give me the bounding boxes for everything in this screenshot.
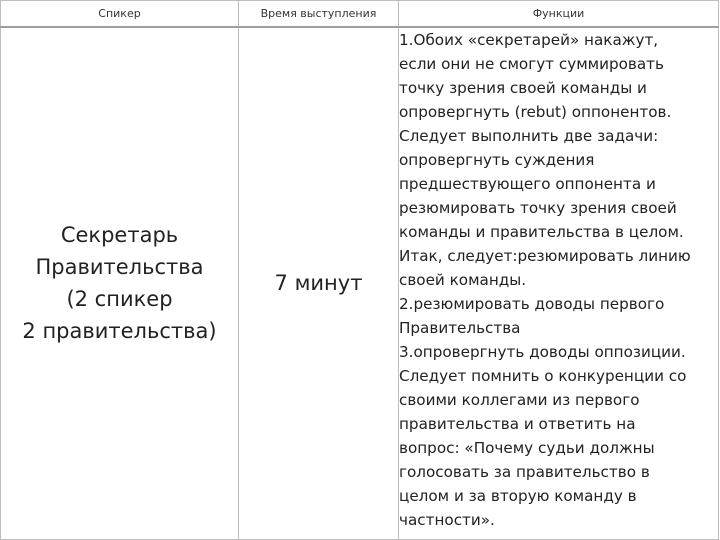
functions-line: резюмировать точку зрения своей bbox=[399, 198, 677, 217]
functions-line: Следует помнить о конкуренции со bbox=[399, 366, 687, 385]
functions-line: Итак, следует:резюмировать линию bbox=[399, 246, 691, 265]
functions-cell: 1.Обоих «секретарей» накажут, если они н… bbox=[398, 26, 719, 540]
functions-line: 3.опровергнуть доводы оппозиции. bbox=[399, 342, 686, 361]
functions-line: вопрос: «Почему судьи должны bbox=[399, 438, 655, 457]
header-row: Спикер Время выступления Функции bbox=[0, 0, 719, 28]
functions-line: своими коллегами из первого bbox=[399, 390, 640, 409]
speaker-role-cell: Секретарь Правительства (2 спикер 2 прав… bbox=[0, 26, 239, 540]
speaker-role-line: 2 правительства) bbox=[22, 319, 217, 344]
header-time: Время выступления bbox=[238, 0, 399, 28]
functions-line: голосовать за правительство в bbox=[399, 462, 650, 481]
functions-line: точку зрения своей команды и bbox=[399, 78, 647, 97]
functions-line: Правительства bbox=[399, 318, 521, 337]
speaker-table: Спикер Время выступления Функции Секрета… bbox=[0, 0, 719, 540]
speaker-role-line: (2 спикер bbox=[66, 287, 173, 312]
header-functions: Функции bbox=[398, 0, 719, 28]
speaking-time-cell: 7 минут bbox=[238, 26, 399, 540]
functions-line: частности». bbox=[399, 510, 495, 529]
slide: Спикер Время выступления Функции Секрета… bbox=[0, 0, 720, 540]
header-speaker: Спикер bbox=[0, 0, 239, 28]
speaker-role-line: Правительства bbox=[35, 255, 204, 280]
functions-line: предшествующего оппонента и bbox=[399, 174, 656, 193]
speaker-role-line: Секретарь bbox=[60, 223, 179, 248]
functions-line: 2.резюмировать доводы первого bbox=[399, 294, 665, 313]
functions-line: 1.Обоих «секретарей» накажут, bbox=[399, 30, 659, 49]
functions-line: опровергнуть (rebut) оппонентов. bbox=[399, 102, 672, 121]
functions-line: команды и правительства в целом. bbox=[399, 222, 684, 241]
functions-line: целом и за вторую команду в bbox=[399, 486, 637, 505]
functions-line: опровергнуть суждения bbox=[399, 150, 595, 169]
functions-line: если они не смогут суммировать bbox=[399, 54, 664, 73]
table-row: Секретарь Правительства (2 спикер 2 прав… bbox=[0, 26, 719, 540]
functions-line: Следует выполнить две задачи: bbox=[399, 126, 659, 145]
functions-line: своей команды. bbox=[399, 270, 527, 289]
functions-line: правительства и ответить на bbox=[399, 414, 636, 433]
